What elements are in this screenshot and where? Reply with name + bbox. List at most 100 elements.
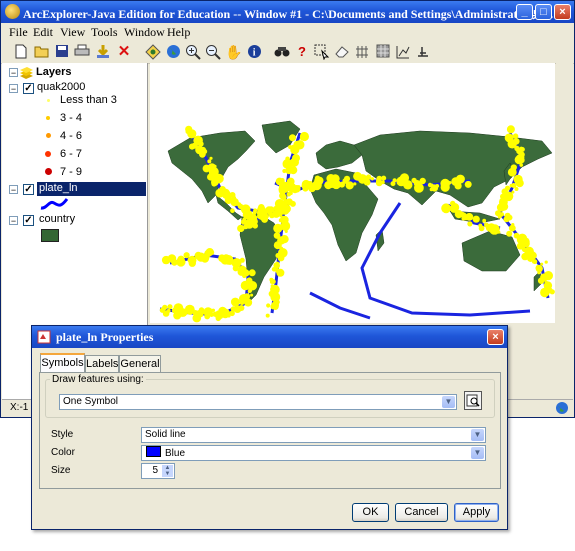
menu-view[interactable]: View — [60, 25, 85, 40]
select-icon[interactable] — [314, 44, 330, 61]
title-bar[interactable]: ArcExplorer-Java Edition for Education -… — [1, 1, 574, 23]
color-select[interactable]: Blue ▼ — [141, 445, 486, 461]
minimize-button[interactable]: _ — [516, 4, 533, 20]
quake-point — [514, 187, 519, 191]
quake-point — [435, 184, 440, 188]
add-layer-icon[interactable] — [95, 44, 111, 60]
menu-window[interactable]: Window — [124, 25, 165, 40]
close-button[interactable]: × — [554, 4, 571, 20]
menu-edit[interactable]: Edit — [33, 25, 53, 40]
country-checkbox[interactable]: ✓ — [23, 215, 34, 226]
buffer-icon[interactable] — [415, 44, 431, 60]
layer-name-quak2000[interactable]: quak2000 — [37, 81, 85, 93]
quake-point — [345, 181, 354, 190]
quake-point — [253, 208, 258, 213]
plate-ln-checkbox[interactable]: ✓ — [23, 184, 34, 195]
chevron-down-icon[interactable]: ▼ — [471, 447, 484, 459]
identify-icon[interactable]: i — [246, 44, 262, 60]
quake-point — [273, 223, 283, 233]
quake-point — [537, 277, 545, 284]
tab-general[interactable]: General — [119, 355, 161, 372]
quake-point — [282, 168, 287, 174]
quake-point — [214, 310, 224, 320]
apply-button[interactable]: Apply — [454, 503, 499, 522]
quake-point — [244, 205, 249, 211]
pan-hand-icon[interactable]: ✋ — [225, 44, 242, 60]
print-icon[interactable] — [74, 44, 90, 60]
menu-help[interactable]: Help — [167, 25, 190, 40]
save-icon[interactable] — [54, 44, 70, 60]
style-value: Solid line — [145, 429, 186, 440]
chevron-down-icon[interactable]: ▼ — [471, 429, 484, 441]
globe-icon[interactable] — [165, 44, 181, 60]
dialog-title-bar[interactable]: plate_ln Properties × — [32, 326, 507, 348]
quake-point — [219, 186, 226, 193]
class-label: Less than 3 — [60, 94, 117, 106]
chart-icon[interactable] — [395, 44, 411, 60]
quake-point — [543, 271, 553, 281]
quake-point — [272, 303, 279, 310]
app-icon — [5, 4, 20, 19]
collapse-country-button[interactable]: − — [9, 216, 18, 226]
ok-button[interactable]: OK — [352, 503, 389, 522]
quake-point — [544, 260, 548, 264]
quake-point — [274, 211, 278, 215]
quake-point — [242, 273, 247, 279]
zoom-in-icon[interactable] — [185, 44, 201, 60]
quake-point — [207, 159, 212, 164]
quake-point — [186, 305, 192, 312]
quake-point — [540, 287, 550, 298]
quake-point — [482, 218, 487, 223]
quake-point — [363, 178, 371, 186]
style-select[interactable]: Solid line ▼ — [141, 427, 486, 443]
zoom-out-icon[interactable] — [205, 44, 221, 60]
quake-point — [370, 177, 374, 181]
dialog-close-button[interactable]: × — [487, 329, 504, 345]
maximize-button[interactable]: □ — [535, 4, 552, 20]
vertical-scrollbar[interactable] — [556, 63, 573, 399]
clear-selection-icon[interactable] — [334, 44, 350, 60]
menu-file[interactable]: File — [9, 25, 28, 40]
class-label: 6 - 7 — [60, 148, 83, 160]
find-binoculars-icon[interactable] — [274, 44, 290, 60]
class-label: 7 - 9 — [60, 166, 83, 178]
quake-point — [183, 252, 190, 259]
size-label: Size — [51, 465, 71, 476]
open-icon[interactable] — [34, 44, 50, 60]
quake-point — [289, 166, 298, 175]
zoom-extent-icon[interactable] — [145, 44, 161, 60]
table-icon[interactable] — [375, 44, 391, 60]
quake-point — [267, 209, 273, 215]
chevron-down-icon[interactable]: ▼ — [442, 396, 455, 408]
quake-point — [289, 134, 296, 142]
quake-point — [291, 163, 295, 167]
map-canvas[interactable] — [150, 63, 555, 323]
size-spinner[interactable]: 5 ▲ ▼ — [141, 463, 175, 479]
quake-point — [248, 282, 253, 287]
plate-boundary-line — [309, 291, 371, 320]
delete-icon[interactable]: ✕ — [116, 44, 132, 60]
collapse-layers-button[interactable]: − — [9, 68, 18, 78]
tab-symbols[interactable]: Symbols — [40, 353, 85, 372]
layer-name-country[interactable]: country — [39, 213, 75, 225]
symbol-picker-button[interactable] — [464, 391, 482, 410]
measure-icon[interactable] — [354, 44, 370, 60]
draw-using-select[interactable]: One Symbol ▼ — [59, 394, 457, 410]
quak2000-checkbox[interactable]: ✓ — [23, 83, 34, 94]
dialog-icon — [37, 330, 51, 347]
quake-point — [284, 229, 288, 233]
quake-point — [248, 269, 256, 277]
quake-point — [205, 255, 210, 260]
new-icon[interactable] — [13, 44, 29, 60]
cancel-button[interactable]: Cancel — [395, 503, 448, 522]
country-fill-swatch — [41, 229, 59, 242]
collapse-plate-ln-button[interactable]: − — [9, 185, 18, 195]
collapse-quak2000-button[interactable]: − — [9, 84, 18, 94]
spin-down-icon[interactable]: ▼ — [162, 471, 173, 477]
quake-point — [162, 310, 170, 317]
layer-name-plate-ln[interactable]: plate_ln — [39, 182, 78, 194]
world-map[interactable] — [150, 63, 555, 323]
tab-labels[interactable]: Labels — [85, 355, 119, 372]
menu-tools[interactable]: Tools — [91, 25, 118, 40]
query-icon[interactable]: ? — [294, 44, 310, 60]
